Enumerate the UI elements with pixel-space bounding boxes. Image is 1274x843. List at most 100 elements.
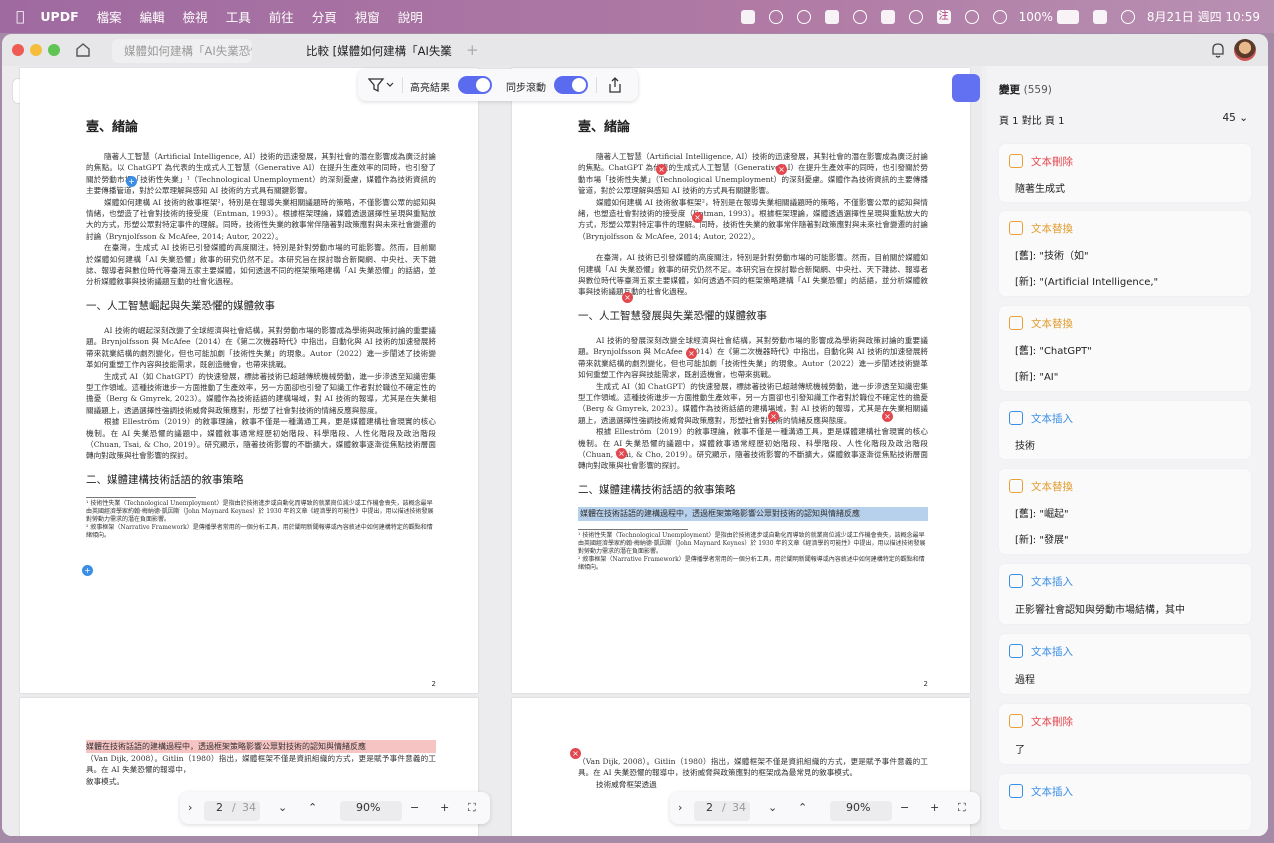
next-page-icon[interactable]: › xyxy=(678,801,682,814)
zoom-value[interactable]: 90% xyxy=(846,801,870,814)
insert-marker-icon[interactable]: + xyxy=(126,176,137,187)
toolbar-divider xyxy=(402,77,403,93)
fit-page-icon[interactable]: ⛶ xyxy=(958,801,966,815)
panel-zoom-select[interactable]: 45 ⌄ xyxy=(1222,112,1248,124)
current-page[interactable]: 2 xyxy=(216,801,223,814)
split-icon[interactable] xyxy=(880,9,895,24)
zoom-in-icon[interactable]: + xyxy=(440,801,449,814)
chat-icon[interactable] xyxy=(964,9,979,24)
sync-icon[interactable] xyxy=(796,9,811,24)
right-footnote-2: ² 敘事框架（Narrative Framework）是傳播學者常用的一個分析工… xyxy=(578,555,925,571)
delete-marker-icon[interactable]: × xyxy=(622,292,633,303)
delete-marker-icon[interactable]: × xyxy=(656,164,667,175)
zoom-out-icon[interactable]: − xyxy=(900,801,909,814)
bell-icon[interactable] xyxy=(1210,41,1226,59)
right-paragraph-3: 在臺灣，AI 技術已引發媒體的高度關注，特別是針對勞動市場的可能影響。然而，目前… xyxy=(578,253,928,297)
right-highlighted-sentence[interactable]: 媒體在技術話語的建構過程中，透過框架策略影響公眾對技術的認知與情緒反應 xyxy=(578,506,928,521)
menu-file[interactable]: 檔案 xyxy=(97,7,122,26)
siri-icon[interactable] xyxy=(1120,9,1135,24)
menu-tabs[interactable]: 分頁 xyxy=(312,7,337,26)
document-viewer[interactable]: 壹、緒論 隨著人工智慧（Artificial Intelligence, AI）… xyxy=(2,66,982,836)
delete-marker-icon[interactable]: × xyxy=(570,748,581,759)
zoom-value[interactable]: 90% xyxy=(356,801,380,814)
change-item[interactable]: 文本插入 過程 xyxy=(999,634,1251,694)
wifi-icon[interactable] xyxy=(992,9,1007,24)
zoom-out-icon[interactable]: − xyxy=(410,801,419,814)
compass-icon[interactable] xyxy=(852,9,867,24)
footnote-separator xyxy=(86,496,196,498)
total-pages: 34 xyxy=(242,801,256,814)
scroll-up-icon[interactable]: ⌃ xyxy=(798,801,807,814)
zoom-in-icon[interactable]: + xyxy=(930,801,939,814)
close-window-button[interactable] xyxy=(12,44,24,56)
left-page-2-line: 敘事模式。 xyxy=(86,776,124,786)
changes-panel-icon[interactable] xyxy=(952,74,980,102)
delete-marker-icon[interactable]: × xyxy=(776,164,787,175)
change-item[interactable]: 文本刪除 隨著生成式 xyxy=(999,144,1251,202)
menu-tools[interactable]: 工具 xyxy=(226,7,251,26)
cloud-icon[interactable] xyxy=(740,9,755,24)
tab-source-document[interactable]: 媒體如何建構「AI失業恐懼」 xyxy=(112,39,252,63)
share-icon[interactable] xyxy=(606,76,624,94)
delete-marker-icon[interactable]: × xyxy=(882,411,893,422)
right-footnote-1: ¹ 技術性失業（Technological Unemployment）是指由於技… xyxy=(578,531,926,555)
chevron-down-icon: ⌄ xyxy=(1239,112,1248,124)
left-document-page[interactable]: 壹、緒論 隨著人工智慧（Artificial Intelligence, AI）… xyxy=(20,68,478,693)
scroll-up-icon[interactable]: ⌃ xyxy=(308,801,317,814)
change-new-text: [新]: "發展" xyxy=(1015,535,1069,546)
change-item[interactable]: 文本插入 正影響社會認知與勞動市場結構，其中 xyxy=(999,564,1251,624)
current-page[interactable]: 2 xyxy=(706,801,713,814)
delete-marker-icon[interactable]: × xyxy=(616,448,627,459)
control-center-icon[interactable] xyxy=(1092,9,1107,24)
text-delete-icon xyxy=(1009,154,1023,168)
delete-marker-icon[interactable]: × xyxy=(768,411,779,422)
zoom-window-button[interactable] xyxy=(48,44,60,56)
change-item[interactable]: 文本替換 [舊]: "技術（如" [新]: "(Artificial Intel… xyxy=(999,211,1251,296)
left-page-2-body: 媒體在技術話語的建構過程中，透過框架策略影響公眾對技術的認知與情緒反應 （Van… xyxy=(86,740,436,787)
avatar[interactable] xyxy=(1234,39,1256,61)
input-method-icon[interactable]: 注 xyxy=(936,9,951,24)
right-document-page[interactable]: 壹、緒論 隨著人工智慧（Artificial Intelligence, AI）… xyxy=(512,68,970,693)
new-tab-icon[interactable]: + xyxy=(466,41,479,59)
menu-edit[interactable]: 編輯 xyxy=(140,7,165,26)
apple-icon[interactable]:  xyxy=(16,9,24,25)
right-page-number: 2 xyxy=(923,680,928,688)
change-item[interactable]: 文本插入 技術 xyxy=(999,401,1251,459)
change-item[interactable]: 文本插入 xyxy=(999,774,1251,830)
grid-icon[interactable] xyxy=(824,9,839,24)
text-insert-icon xyxy=(1009,784,1023,798)
menu-view[interactable]: 檢視 xyxy=(183,7,208,26)
change-type: 文本插入 xyxy=(1031,646,1073,658)
scroll-down-icon[interactable]: ⌄ xyxy=(278,801,287,814)
menu-go[interactable]: 前往 xyxy=(269,7,294,26)
change-item[interactable]: 文本刪除 了 xyxy=(999,704,1251,764)
left-footnote-1: ¹ 技術性失業（Technological Unemployment）是指由於技… xyxy=(86,499,434,523)
search-icon[interactable] xyxy=(908,9,923,24)
highlight-results-toggle[interactable] xyxy=(458,76,492,94)
text-delete-icon xyxy=(1009,714,1023,728)
change-item[interactable]: 文本替換 [舊]: "ChatGPT" [新]: "AI" xyxy=(999,306,1251,391)
left-page-2-highlight[interactable]: 媒體在技術話語的建構過程中，透過框架策略影響公眾對技術的認知與情緒反應 xyxy=(86,740,436,753)
sync-scroll-toggle[interactable] xyxy=(554,76,588,94)
menu-help[interactable]: 說明 xyxy=(398,7,423,26)
delete-marker-icon[interactable]: × xyxy=(692,212,703,223)
close-tab-icon[interactable]: × xyxy=(439,42,450,57)
battery-icon[interactable] xyxy=(1056,9,1079,24)
change-text: 過程 xyxy=(1015,675,1035,686)
home-icon[interactable] xyxy=(74,41,92,59)
minimize-window-button[interactable] xyxy=(30,44,42,56)
next-page-icon[interactable]: › xyxy=(188,801,192,814)
insert-marker-icon[interactable]: + xyxy=(82,565,93,576)
tab-compare[interactable]: 比較 [媒體如何建構「AI失業 × xyxy=(294,39,454,63)
fit-page-icon[interactable]: ⛶ xyxy=(468,801,476,815)
menu-window[interactable]: 視窗 xyxy=(355,7,380,26)
menu-app-name[interactable]: UPDF xyxy=(40,9,78,24)
clock[interactable]: 8月21日 週四 10:59 xyxy=(1147,8,1260,25)
change-old-text: [舊]: "ChatGPT" xyxy=(1015,346,1092,357)
delete-marker-icon[interactable]: × xyxy=(686,348,697,359)
change-item[interactable]: 文本替換 [舊]: "崛起" [新]: "發展" xyxy=(999,469,1251,554)
scroll-down-icon[interactable]: ⌄ xyxy=(768,801,777,814)
record-icon[interactable] xyxy=(768,9,783,24)
change-type: 文本插入 xyxy=(1031,786,1073,798)
filter-icon[interactable] xyxy=(368,77,394,93)
